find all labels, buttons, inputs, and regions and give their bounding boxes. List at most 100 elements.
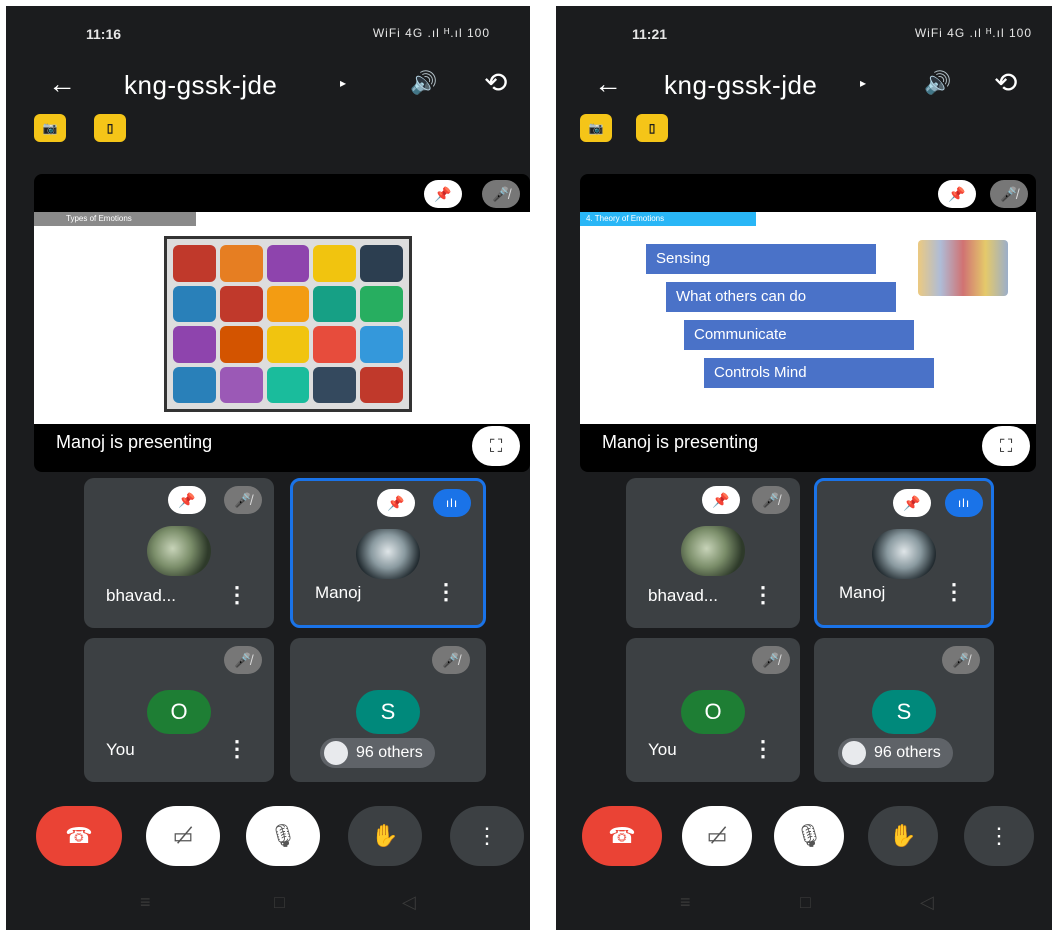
- back-nav-icon[interactable]: ◁: [920, 892, 934, 913]
- status-bar: 11:21 WiFi 4G .ıl ᴴ.ıl 100: [556, 24, 1052, 46]
- mic-off-icon: 🎤̸: [482, 180, 520, 208]
- status-icons: WiFi 4G .ıl ᴴ.ıl 100: [914, 26, 1032, 40]
- meeting-code[interactable]: kng-gssk-jde: [664, 70, 817, 101]
- mic-off-icon: 🎤̸: [752, 646, 790, 674]
- pin-icon[interactable]: 📌: [168, 486, 206, 514]
- back-arrow-icon[interactable]: ←: [48, 68, 76, 100]
- mic-off-icon: 🎤̸: [942, 646, 980, 674]
- phone-screen-right: 11:21 WiFi 4G .ıl ᴴ.ıl 100 ← kng-gssk-jd…: [556, 6, 1052, 930]
- more-options-icon[interactable]: ⋮: [752, 736, 774, 762]
- avatar: [356, 529, 420, 579]
- pin-icon[interactable]: 📌: [424, 180, 462, 208]
- speaker-icon[interactable]: 🔊: [924, 70, 951, 96]
- emotion-faces-grid: [164, 236, 412, 412]
- participant-name: bhavad...: [106, 586, 176, 605]
- switch-camera-icon[interactable]: ⟲: [994, 66, 1017, 99]
- home-icon[interactable]: □: [800, 892, 811, 913]
- avatar: [147, 526, 211, 576]
- slide-box-sensing: Sensing: [646, 244, 876, 274]
- shared-slide: 4. Theory of Emotions Sensing What other…: [580, 212, 1036, 424]
- end-call-button[interactable]: ☎: [582, 806, 662, 866]
- call-controls: ☎ ▭̸ 🎙 ✋ ⋮: [556, 806, 1052, 870]
- more-options-icon[interactable]: ⋮: [226, 736, 248, 762]
- more-options-icon[interactable]: ⋮: [752, 582, 774, 608]
- speaker-icon[interactable]: 🔊: [410, 70, 437, 96]
- speaking-indicator-icon: ılı: [433, 489, 471, 517]
- more-options-button[interactable]: ⋮: [450, 806, 524, 866]
- recent-apps-icon[interactable]: ≡: [140, 892, 151, 913]
- mic-off-button[interactable]: 🎙: [774, 806, 844, 866]
- meeting-code[interactable]: kng-gssk-jde: [124, 70, 277, 101]
- participant-tile-you[interactable]: 🎤̸ O You ⋮: [84, 638, 274, 782]
- captions-chip[interactable]: ▯: [636, 114, 668, 142]
- home-icon[interactable]: □: [274, 892, 285, 913]
- speaking-indicator-icon: ılı: [945, 489, 983, 517]
- others-count-chip[interactable]: 96 others: [320, 738, 435, 768]
- slide-box-controls: Controls Mind: [704, 358, 934, 388]
- others-count: 96 others: [356, 744, 423, 761]
- more-options-button[interactable]: ⋮: [964, 806, 1034, 866]
- recording-chip[interactable]: 📷: [580, 114, 612, 142]
- participant-name: bhavad...: [648, 586, 718, 605]
- system-nav-bar: ≡ □ ◁: [556, 892, 1052, 922]
- mic-off-icon: 🎤̸: [752, 486, 790, 514]
- raise-hand-button[interactable]: ✋: [348, 806, 422, 866]
- system-nav-bar: ≡ □ ◁: [6, 892, 530, 922]
- back-arrow-icon[interactable]: ←: [594, 68, 622, 100]
- avatar: S: [872, 690, 936, 734]
- others-count-chip[interactable]: 96 others: [838, 738, 953, 768]
- pin-icon[interactable]: 📌: [377, 489, 415, 517]
- participant-tile-bhavad[interactable]: 📌 🎤̸ bhavad... ⋮: [626, 478, 800, 628]
- participant-tile-manoj[interactable]: 📌 ılı Manoj ⋮: [290, 478, 486, 628]
- others-count: 96 others: [874, 744, 941, 761]
- more-options-icon[interactable]: ⋮: [943, 579, 965, 605]
- fullscreen-icon[interactable]: ⛶: [472, 426, 520, 466]
- fullscreen-icon[interactable]: ⛶: [982, 426, 1030, 466]
- back-nav-icon[interactable]: ◁: [402, 892, 416, 913]
- meeting-details-arrow-icon[interactable]: ▸: [340, 76, 346, 90]
- avatar: [872, 529, 936, 579]
- pin-icon[interactable]: 📌: [893, 489, 931, 517]
- mic-off-button[interactable]: 🎙: [246, 806, 320, 866]
- people-illustration: [918, 240, 1008, 296]
- camera-off-button[interactable]: ▭̸: [146, 806, 220, 866]
- presentation-tile[interactable]: 📌 🎤̸ 4. Theory of Emotions Sensing What …: [580, 174, 1036, 472]
- switch-camera-icon[interactable]: ⟲: [484, 66, 507, 99]
- presentation-tile[interactable]: 📌 🎤̸ Types of Emotions Manoj is presenti…: [34, 174, 530, 472]
- mic-off-icon: 🎤̸: [224, 486, 262, 514]
- meeting-top-bar: ← kng-gssk-jde ▸ 🔊 ⟲: [556, 64, 1052, 104]
- end-call-button[interactable]: ☎: [36, 806, 122, 866]
- mic-off-icon: 🎤̸: [432, 646, 470, 674]
- raise-hand-button[interactable]: ✋: [868, 806, 938, 866]
- avatar: [842, 741, 866, 765]
- slide-header: 4. Theory of Emotions: [580, 212, 756, 226]
- pin-icon[interactable]: 📌: [702, 486, 740, 514]
- mic-off-icon: 🎤̸: [224, 646, 262, 674]
- participant-name: You: [648, 740, 677, 759]
- participant-tile-you[interactable]: 🎤̸ O You ⋮: [626, 638, 800, 782]
- participant-tile-others[interactable]: 🎤̸ S 96 others: [814, 638, 994, 782]
- participant-tile-bhavad[interactable]: 📌 🎤̸ bhavad... ⋮: [84, 478, 274, 628]
- avatar: [324, 741, 348, 765]
- meeting-details-arrow-icon[interactable]: ▸: [860, 76, 866, 90]
- slide-box-others: What others can do: [666, 282, 896, 312]
- call-controls: ☎ ▭̸ 🎙 ✋ ⋮: [6, 806, 530, 870]
- recent-apps-icon[interactable]: ≡: [680, 892, 691, 913]
- meeting-top-bar: ← kng-gssk-jde ▸ 🔊 ⟲: [6, 64, 530, 104]
- presenting-label: Manoj is presenting: [602, 432, 759, 452]
- participant-name: Manoj: [315, 583, 362, 602]
- participant-tile-others[interactable]: 🎤̸ S 96 others: [290, 638, 486, 782]
- pin-icon[interactable]: 📌: [938, 180, 976, 208]
- avatar: [681, 526, 745, 576]
- status-time: 11:16: [86, 26, 122, 42]
- avatar: O: [147, 690, 211, 734]
- presenting-label: Manoj is presenting: [56, 432, 213, 452]
- status-bar: 11:16 WiFi 4G .ıl ᴴ.ıl 100: [6, 24, 530, 46]
- camera-off-button[interactable]: ▭̸: [682, 806, 752, 866]
- captions-chip[interactable]: ▯: [94, 114, 126, 142]
- recording-chip[interactable]: 📷: [34, 114, 66, 142]
- slide-header: Types of Emotions: [34, 212, 196, 226]
- more-options-icon[interactable]: ⋮: [435, 579, 457, 605]
- participant-tile-manoj[interactable]: 📌 ılı Manoj ⋮: [814, 478, 994, 628]
- more-options-icon[interactable]: ⋮: [226, 582, 248, 608]
